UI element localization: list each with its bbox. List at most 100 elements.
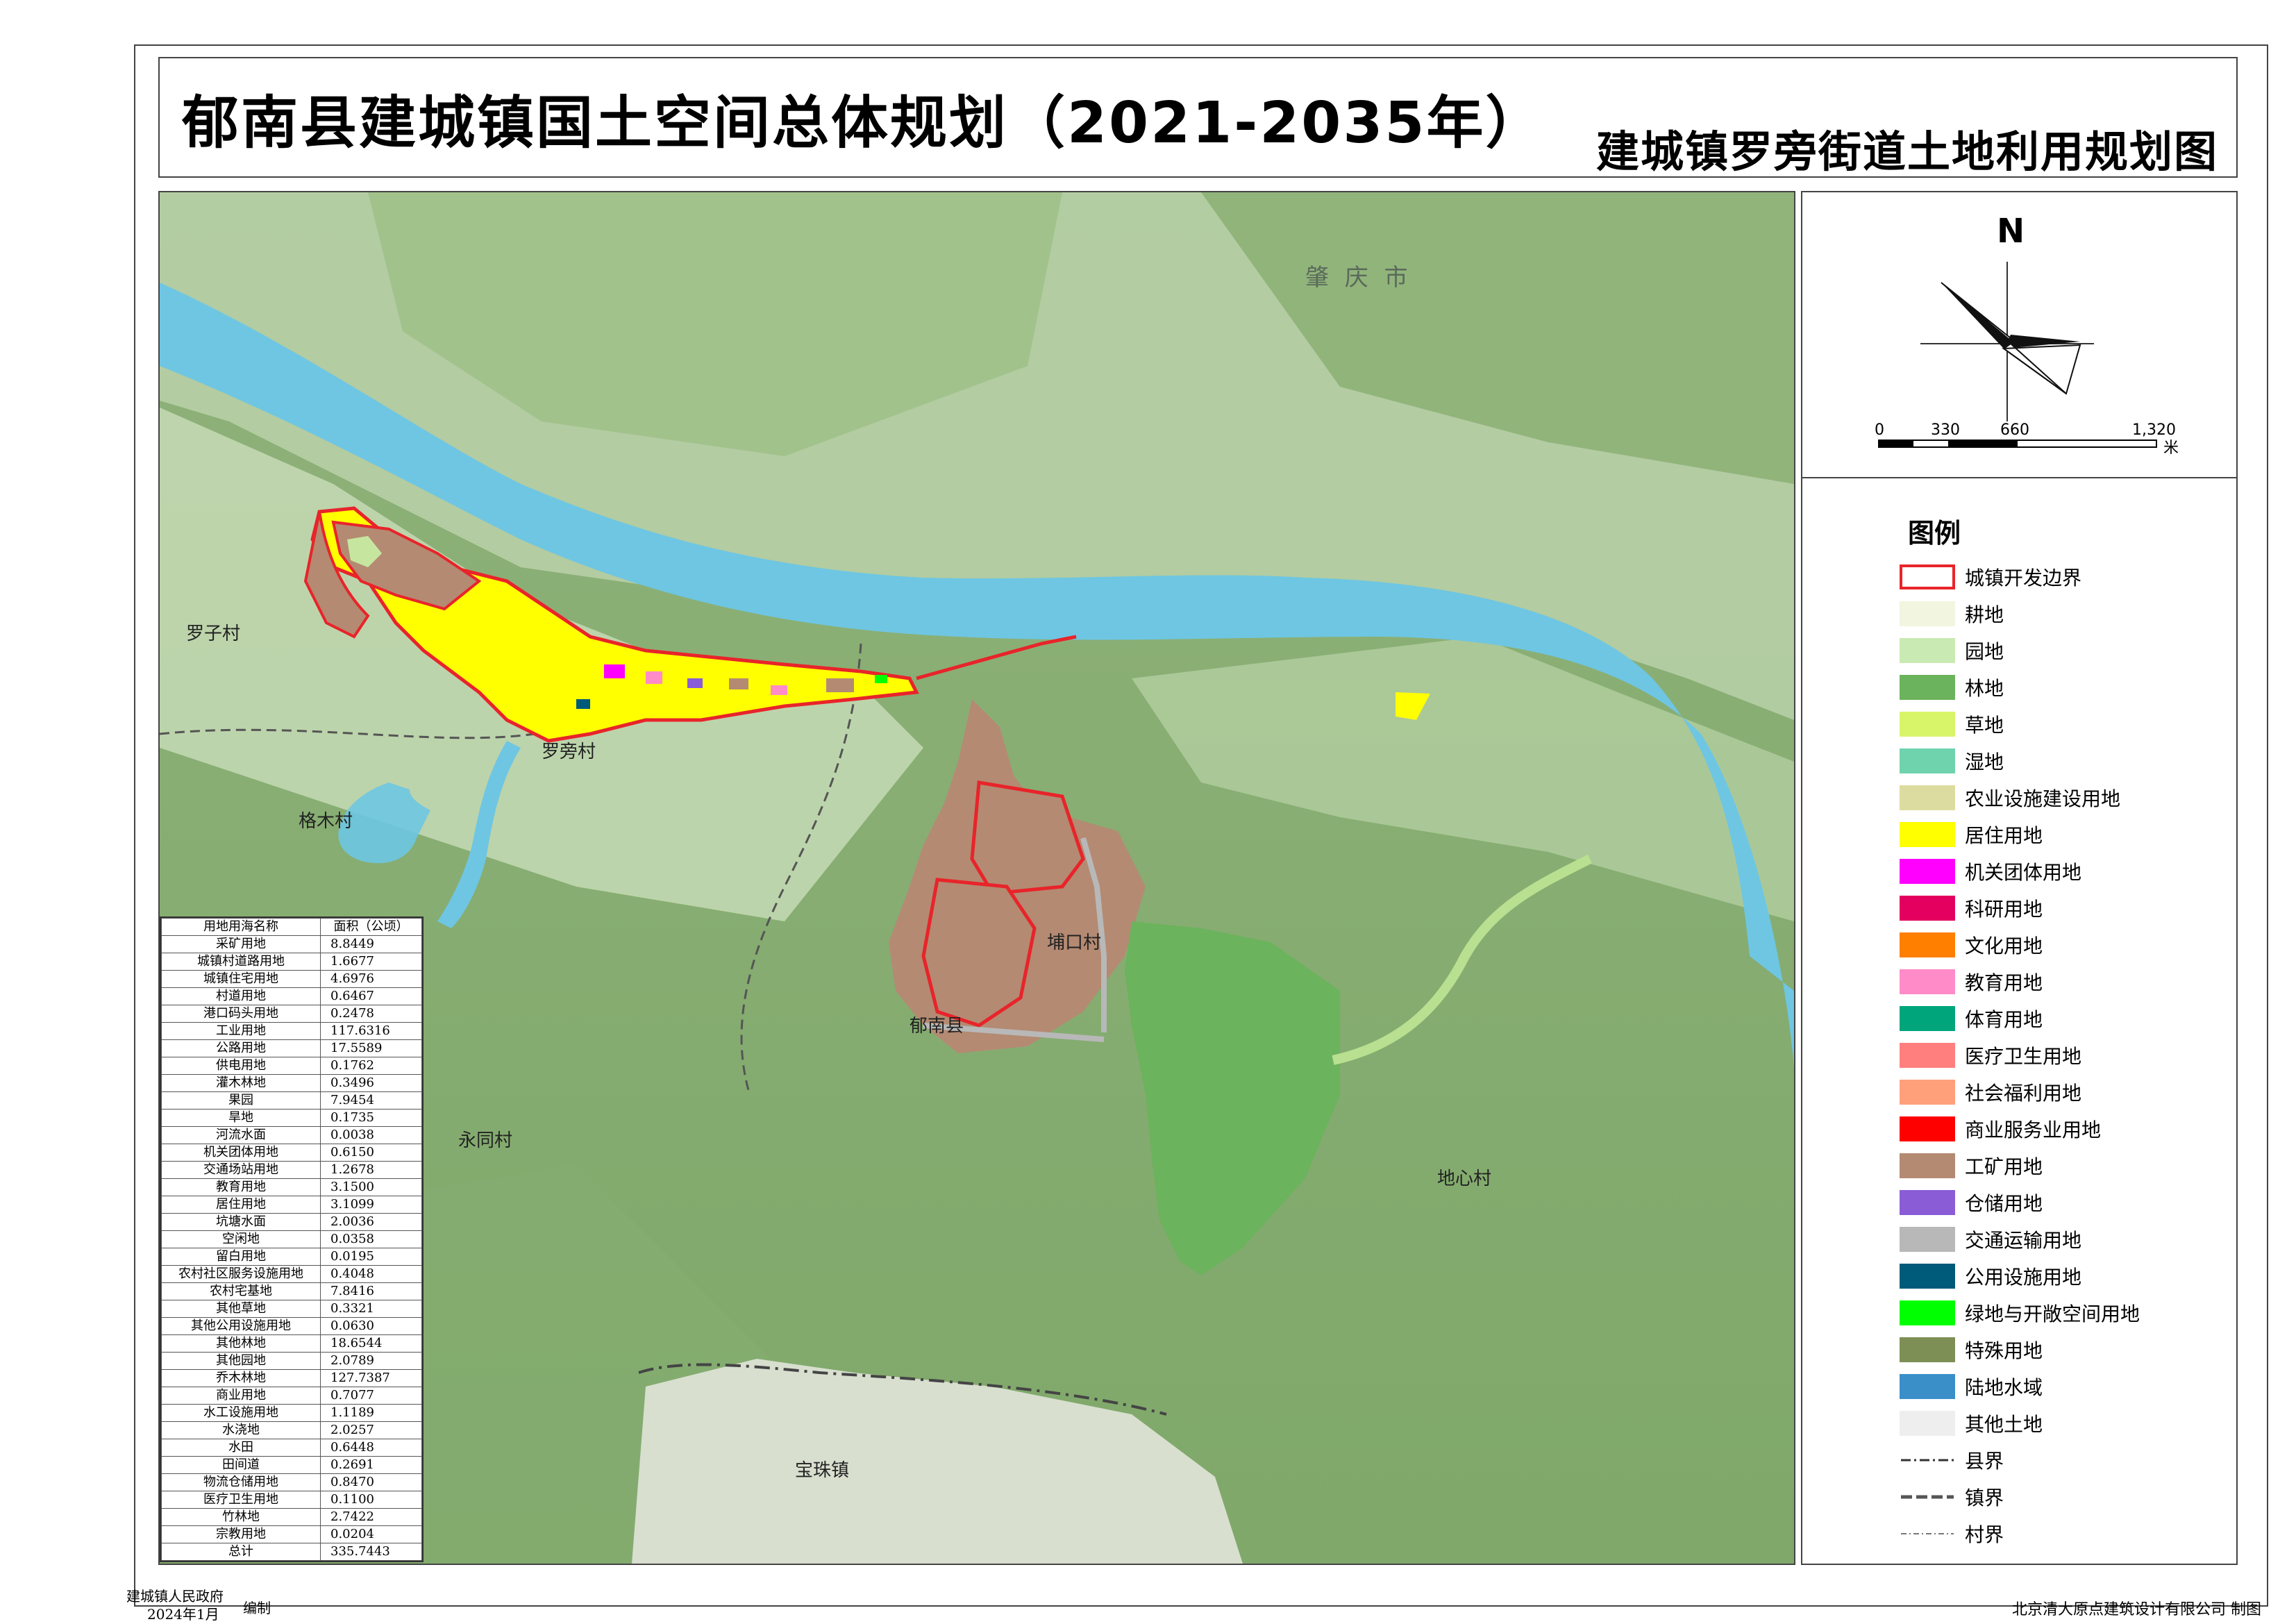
legend-item: 机关团体用地	[1900, 856, 2081, 887]
footer-date: 2024年1月	[147, 1606, 219, 1623]
table-row: 乔木林地 127.7387	[161, 1369, 422, 1387]
legend-label: 耕地	[1965, 603, 2004, 626]
table-cell-area: 0.1100	[320, 1491, 422, 1509]
table-row: 空闲地 0.0358	[161, 1230, 422, 1248]
table-cell-area: 2.7422	[320, 1508, 422, 1526]
table-cell-area: 4.6976	[320, 970, 422, 988]
legend-swatch	[1900, 748, 1955, 773]
table-row: 竹林地 2.7422	[161, 1508, 422, 1526]
legend-label: 林地	[1965, 677, 2004, 700]
table-cell-name: 交通场站用地	[161, 1161, 321, 1179]
legend-swatch	[1900, 932, 1955, 957]
parcel-industrial-small	[729, 678, 748, 689]
legend-label: 公用设施用地	[1965, 1266, 2082, 1289]
legend-label: 村界	[1965, 1523, 2004, 1546]
parcel-industrial-small-2	[826, 678, 854, 692]
legend-swatch	[1900, 1080, 1955, 1105]
table-row: 果园 7.9454	[161, 1091, 422, 1110]
legend-item: 公用设施用地	[1900, 1261, 2081, 1291]
table-cell-area: 2.0789	[320, 1352, 422, 1370]
legend-item: 草地	[1900, 709, 2004, 739]
legend-swatch	[1900, 896, 1955, 921]
table-cell-area: 0.6448	[320, 1439, 422, 1457]
legend-label: 教育用地	[1965, 971, 2043, 994]
table-row: 坑塘水面 2.0036	[161, 1213, 422, 1231]
parcel-institution	[604, 664, 625, 678]
label-gemu: 格木村	[299, 811, 353, 832]
parcel-green	[875, 675, 887, 683]
legend-item: 陆地水域	[1900, 1371, 2043, 1402]
table-row: 水浇地 2.0257	[161, 1421, 422, 1439]
table-cell-area: 0.4048	[320, 1265, 422, 1283]
legend-item: 特殊用地	[1900, 1334, 2043, 1365]
table-row: 机关团体用地 0.6150	[161, 1144, 422, 1162]
legend-swatch	[1900, 1043, 1955, 1068]
table-cell-name: 河流水面	[161, 1126, 321, 1144]
table-cell-name: 其他园地	[161, 1352, 321, 1370]
table-cell-name: 港口码头用地	[161, 1005, 321, 1023]
legend-label: 城镇开发边界	[1965, 567, 2082, 589]
table-cell-area: 3.1500	[320, 1178, 422, 1196]
legend-item: 耕地	[1900, 598, 2004, 629]
legend-item: 城镇开发边界	[1900, 562, 2081, 592]
label-luopang: 罗旁村	[542, 742, 596, 762]
table-row: 水工设施用地 1.1189	[161, 1404, 422, 1422]
compass-box: N 0 330 660 1,320 米	[1802, 192, 2236, 478]
legend-item: 农业设施建设用地	[1900, 782, 2120, 813]
legend-item: 社会福利用地	[1900, 1077, 2081, 1107]
legend-label: 科研用地	[1965, 898, 2043, 921]
table-cell-name: 城镇村道路用地	[161, 953, 321, 971]
legend-swatch	[1900, 1337, 1955, 1362]
legend-item: 文化用地	[1900, 930, 2043, 960]
table-cell-name: 工业用地	[161, 1022, 321, 1040]
legend-swatch	[1900, 1190, 1955, 1215]
legend-swatch	[1900, 822, 1955, 847]
legend-label: 湿地	[1965, 751, 2004, 773]
label-bukou: 埔口村	[1047, 932, 1102, 953]
table-cell-area: 7.9454	[320, 1091, 422, 1110]
label-yunan: 郁南县	[910, 1016, 964, 1037]
table-cell-name: 教育用地	[161, 1178, 321, 1196]
table-cell-name: 医疗卫生用地	[161, 1491, 321, 1509]
table-cell-name: 商业用地	[161, 1387, 321, 1405]
label-baozhu: 宝珠镇	[795, 1460, 850, 1481]
table-row: 农村社区服务设施用地 0.4048	[161, 1265, 422, 1283]
table-cell-area: 0.0630	[320, 1317, 422, 1335]
table-cell-area: 17.5589	[320, 1039, 422, 1057]
table-cell-name: 其他草地	[161, 1300, 321, 1318]
parcel-utility	[576, 699, 590, 709]
footer-org-name: 建城镇人民政府	[126, 1588, 224, 1605]
table-cell-area: 0.2478	[320, 1005, 422, 1023]
table-cell-name: 竹林地	[161, 1508, 321, 1526]
table-row: 供电用地 0.1762	[161, 1057, 422, 1075]
table-row: 留白用地 0.0195	[161, 1248, 422, 1266]
table-cell-area: 0.0358	[320, 1230, 422, 1248]
table-cell-area: 0.0195	[320, 1248, 422, 1266]
legend-label: 园地	[1965, 640, 2004, 663]
legend-swatch	[1900, 1411, 1955, 1436]
table-cell-name: 宗教用地	[161, 1525, 321, 1543]
table-cell-area: 0.1735	[320, 1109, 422, 1127]
legend-item: 医疗卫生用地	[1900, 1040, 2081, 1071]
table-cell-area: 8.8449	[320, 935, 422, 953]
legend-item: 村界	[1900, 1518, 2004, 1549]
sub-title: 建城镇罗旁街道土地利用规划图	[1595, 126, 2218, 177]
legend-label: 绿地与开敞空间用地	[1965, 1303, 2140, 1325]
legend-item: 仓储用地	[1900, 1187, 2043, 1218]
legend-swatch	[1900, 1116, 1955, 1141]
table-row: 居住用地 3.1099	[161, 1196, 422, 1214]
parcel-storage	[687, 678, 703, 688]
table-cell-name: 水浇地	[161, 1421, 321, 1439]
table-row: 城镇住宅用地 4.6976	[161, 970, 422, 988]
legend-label: 草地	[1965, 714, 2004, 737]
legend-label: 工矿用地	[1965, 1155, 2043, 1178]
legend-swatch	[1900, 1153, 1955, 1178]
table-cell-name: 机关团体用地	[161, 1144, 321, 1162]
table-cell-name: 采矿用地	[161, 935, 321, 953]
table-cell-name: 总计	[161, 1543, 321, 1561]
table-cell-area: 0.2691	[320, 1456, 422, 1474]
legend-swatch	[1900, 1227, 1955, 1252]
legend-label: 其他土地	[1965, 1413, 2043, 1436]
table-cell-area: 0.0204	[320, 1525, 422, 1543]
legend-swatch	[1900, 969, 1955, 994]
